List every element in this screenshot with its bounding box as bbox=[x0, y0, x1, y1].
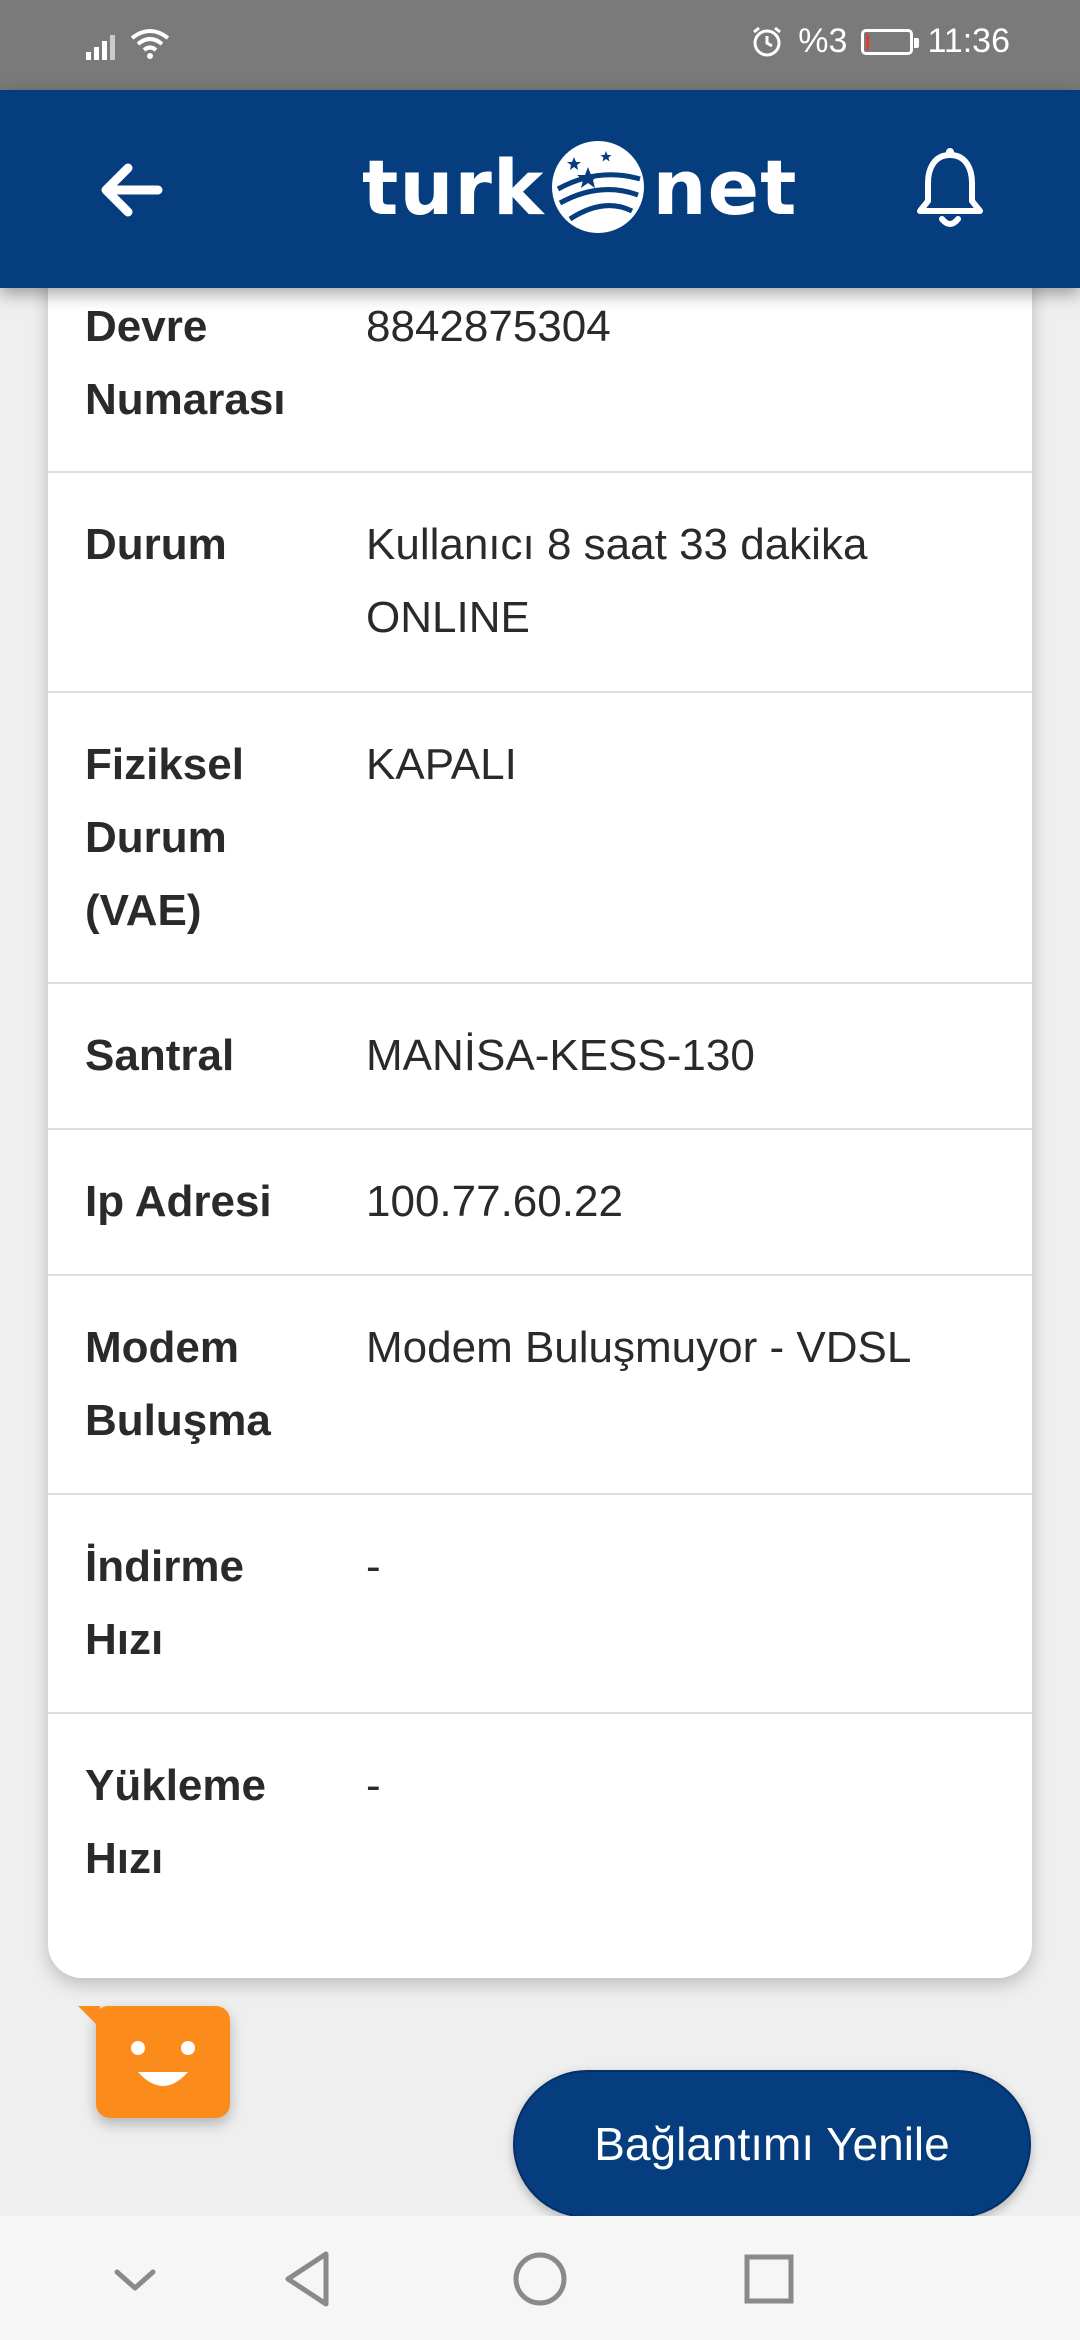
detail-row-indirme-hizi: İndirme Hızı - bbox=[48, 1494, 1032, 1714]
notifications-button[interactable] bbox=[910, 145, 990, 235]
detail-label: Yükleme Hızı bbox=[85, 1761, 266, 1883]
nav-recents-button[interactable] bbox=[734, 2244, 804, 2314]
nav-back-button[interactable] bbox=[274, 2244, 344, 2314]
detail-value: Modem Buluşmuyor - VDSL bbox=[366, 1323, 912, 1372]
reconnect-button[interactable]: Bağlantımı Yenile bbox=[513, 2070, 1031, 2218]
chat-bot-button[interactable] bbox=[78, 2006, 230, 2118]
battery-level bbox=[866, 33, 870, 50]
detail-label: Ip Adresi bbox=[85, 1177, 272, 1226]
detail-label: Modem Buluşma bbox=[85, 1323, 271, 1445]
smiley-face-icon bbox=[131, 2041, 195, 2086]
wifi-icon bbox=[130, 29, 170, 59]
signal-icon bbox=[86, 35, 115, 60]
detail-value: KAPALI bbox=[366, 740, 517, 789]
battery-icon bbox=[861, 28, 920, 55]
detail-label: Devre Numarası bbox=[85, 302, 286, 424]
status-left bbox=[86, 28, 170, 60]
detail-value: Kullanıcı 8 saat 33 dakika ONLINE bbox=[366, 520, 868, 642]
detail-value: - bbox=[366, 1761, 381, 1810]
nav-home-button[interactable] bbox=[505, 2244, 575, 2314]
detail-row-modem-bulusma: Modem Buluşma Modem Buluşmuyor - VDSL bbox=[48, 1275, 1032, 1495]
bell-icon bbox=[917, 148, 983, 227]
connection-details-card: Devre Numarası 8842875304 Durum Kullanıcı… bbox=[48, 200, 1032, 1978]
app-header: turk net bbox=[0, 90, 1080, 288]
arrow-left-icon bbox=[101, 163, 163, 217]
detail-label: Durum bbox=[85, 520, 227, 569]
back-button[interactable] bbox=[92, 150, 172, 230]
detail-row-fiziksel-durum: Fiziksel Durum (VAE) KAPALI bbox=[48, 692, 1032, 984]
status-bar: %3 11:36 bbox=[0, 0, 1080, 90]
back-triangle-icon bbox=[285, 2251, 329, 2307]
detail-row-durum: Durum Kullanıcı 8 saat 33 dakika ONLINE bbox=[48, 472, 1032, 693]
detail-row-ip-adresi: Ip Adresi 100.77.60.22 bbox=[48, 1129, 1032, 1276]
detail-label: İndirme Hızı bbox=[85, 1542, 244, 1664]
hide-keyboard-button[interactable] bbox=[100, 2244, 170, 2314]
logo-text-left: turk bbox=[362, 142, 545, 232]
home-circle-icon bbox=[513, 2252, 567, 2306]
detail-value: - bbox=[366, 1542, 381, 1591]
detail-label: Fiziksel Durum (VAE) bbox=[85, 740, 244, 935]
recents-square-icon bbox=[744, 2254, 794, 2304]
system-navigation-bar bbox=[0, 2216, 1080, 2340]
detail-label: Santral bbox=[85, 1031, 235, 1080]
detail-row-santral: Santral MANİSA-KESS-130 bbox=[48, 983, 1032, 1130]
chevron-down-icon bbox=[114, 2269, 156, 2291]
detail-value: 100.77.60.22 bbox=[366, 1177, 623, 1226]
alarm-icon bbox=[753, 26, 782, 56]
detail-value: 8842875304 bbox=[366, 302, 611, 351]
detail-value: MANİSA-KESS-130 bbox=[366, 1031, 755, 1080]
globe-icon bbox=[552, 141, 645, 233]
battery-percent: %3 bbox=[798, 22, 848, 60]
logo-text-right: net bbox=[652, 142, 798, 232]
clock: 11:36 bbox=[927, 22, 1010, 60]
turknet-logo: turk net bbox=[362, 132, 797, 242]
status-right: %3 11:36 bbox=[750, 22, 1010, 61]
detail-row-yukleme-hizi: Yükleme Hızı - bbox=[48, 1713, 1032, 1978]
